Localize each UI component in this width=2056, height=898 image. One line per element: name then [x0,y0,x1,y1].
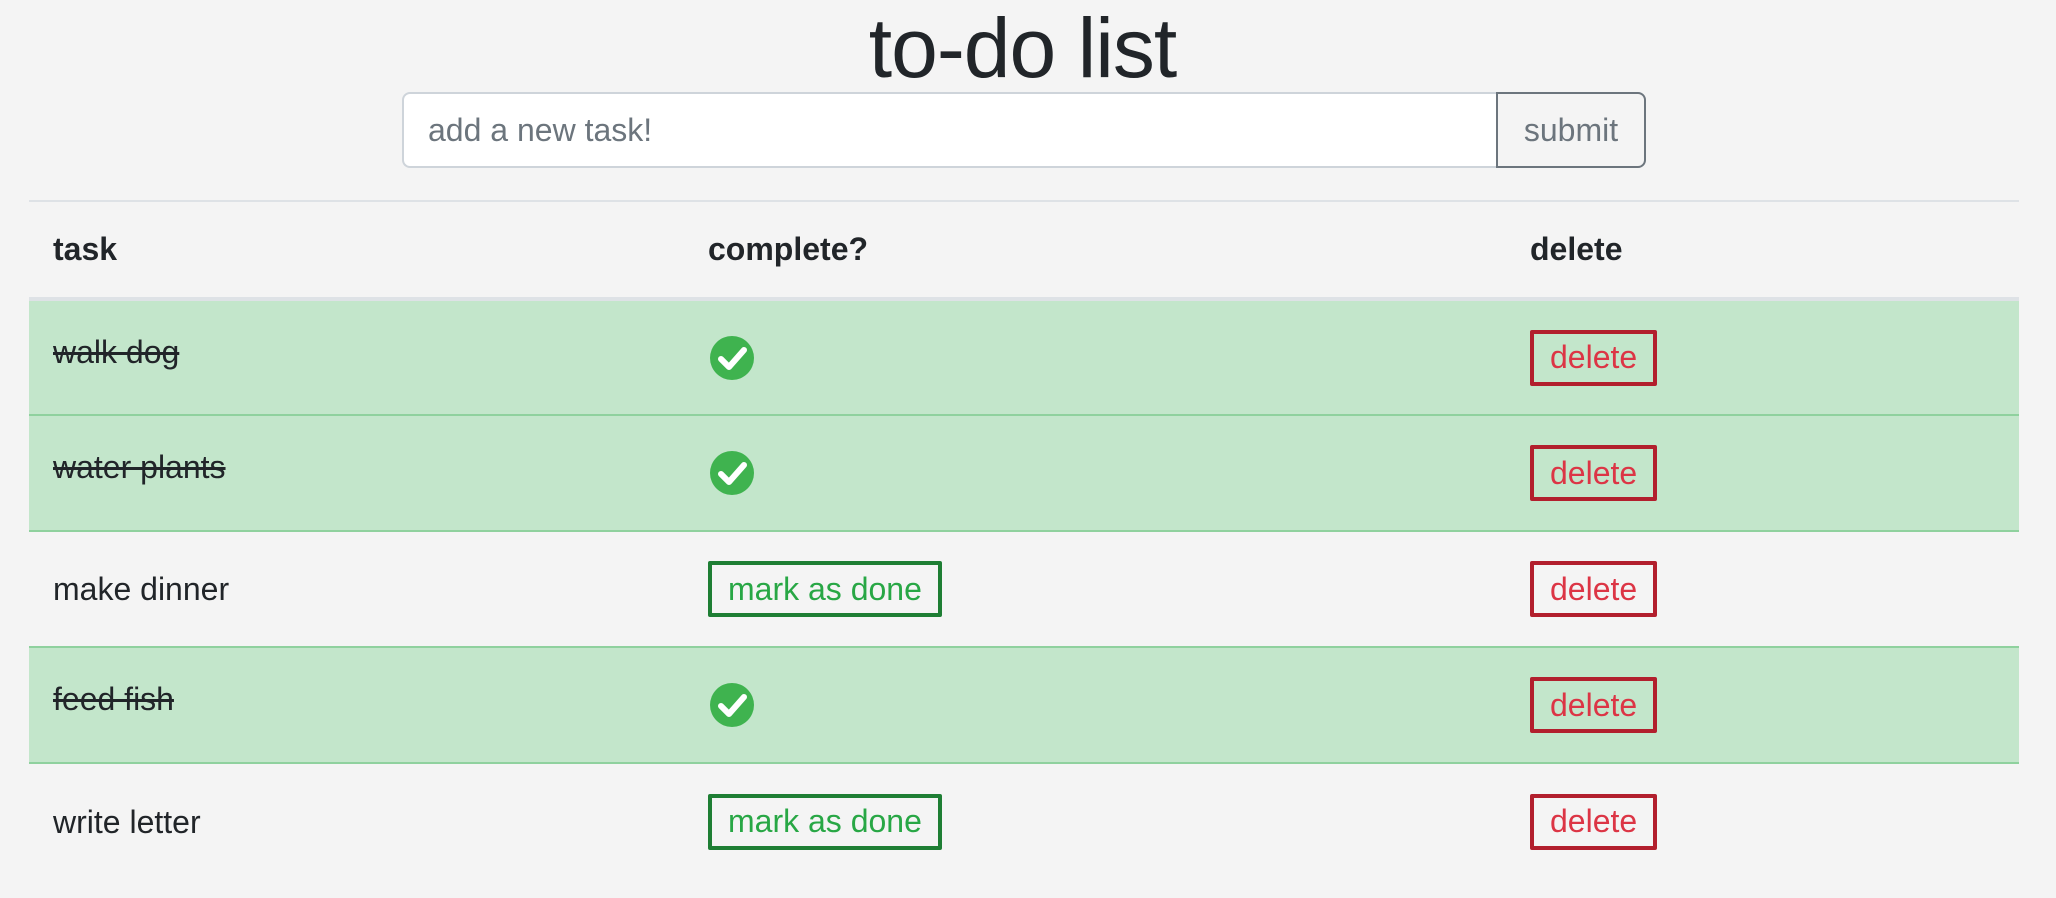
complete-cell [684,647,1506,763]
complete-cell [684,415,1506,531]
table-row: write letter mark as done delete [29,763,2019,879]
mark-as-done-button[interactable]: mark as done [708,561,942,617]
complete-cell [684,299,1506,415]
task-name: walk dog [53,333,180,370]
task-cell: walk dog [29,299,684,415]
delete-cell: delete [1506,763,2019,879]
task-list: walk dog delete water plants delete make din… [29,299,2019,879]
task-cell: feed fish [29,647,684,763]
table-row: feed fish delete [29,647,2019,763]
task-cell: make dinner [29,531,684,647]
delete-cell: delete [1506,647,2019,763]
mark-as-done-button[interactable]: mark as done [708,793,942,850]
delete-button[interactable]: delete [1530,329,1658,386]
table-header: task complete? delete [29,200,2019,301]
submit-button[interactable]: submit [1496,92,1646,168]
delete-button[interactable]: delete [1530,793,1658,850]
complete-cell: mark as done [684,531,1506,647]
task-cell: write letter [29,763,684,879]
column-header-task: task [29,200,684,301]
add-task-form: submit [402,92,1646,168]
new-task-input[interactable] [402,92,1496,168]
delete-cell: delete [1506,299,2019,415]
delete-button[interactable]: delete [1530,445,1658,501]
page-title: to-do list [868,1,1177,95]
delete-cell: delete [1506,415,2019,531]
task-cell: water plants [29,415,684,531]
table-row: water plants delete [29,415,2019,531]
check-circle-icon [708,334,756,382]
table-row: make dinner mark as done delete [29,531,2019,647]
task-name: write letter [53,803,201,840]
task-name: make dinner [53,571,230,607]
check-circle-icon [708,449,756,497]
check-circle-icon [708,681,756,729]
table-row: walk dog delete [29,299,2019,415]
column-header-complete: complete? [684,200,1506,301]
task-name: water plants [53,449,226,485]
delete-button[interactable]: delete [1530,561,1658,617]
column-header-delete: delete [1506,200,2019,301]
todo-app: to-do list submit task complete? delete … [0,0,2056,898]
task-table: task complete? delete walk dog delete wate… [29,200,2019,879]
delete-cell: delete [1506,531,2019,647]
delete-button[interactable]: delete [1530,677,1658,733]
complete-cell: mark as done [684,763,1506,879]
task-name: feed fish [53,681,174,717]
